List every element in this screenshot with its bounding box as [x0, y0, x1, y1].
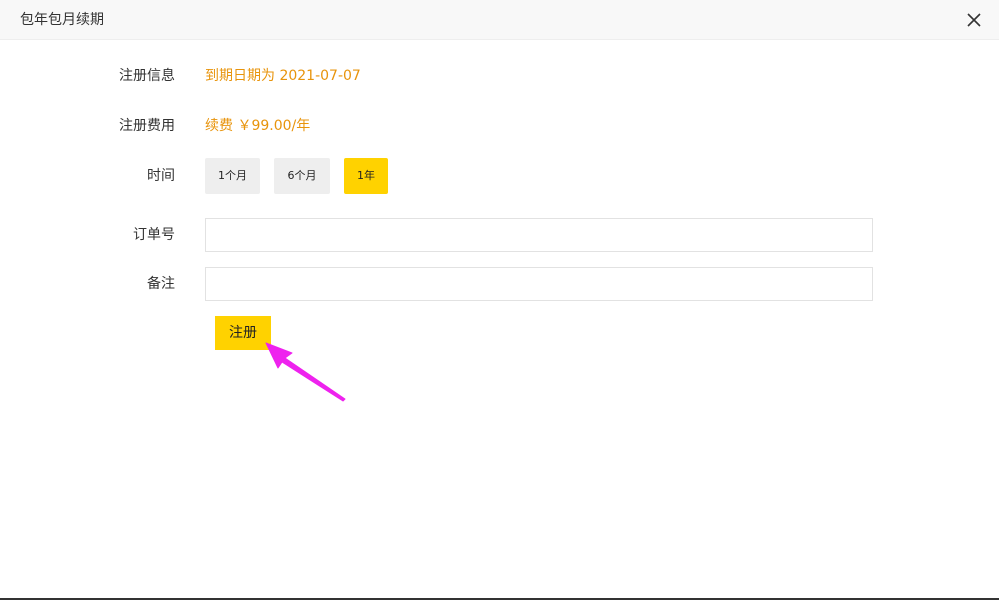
order-number-input[interactable] [205, 218, 873, 252]
expiry-date-text: 到期日期为 2021-07-07 [205, 68, 361, 84]
dialog-titlebar: 包年包月续期 [0, 0, 999, 40]
reg-info-label: 注册信息 [119, 68, 175, 84]
reg-fee-label: 注册费用 [119, 118, 175, 134]
renewal-dialog: 包年包月续期 注册信息 到期日期为 2021-07-07 注册费用 续费 ￥99… [0, 0, 999, 600]
dialog-title: 包年包月续期 [20, 12, 104, 28]
order-number-label: 订单号 [133, 227, 175, 243]
duration-option-1-year[interactable]: 1年 [344, 158, 388, 194]
duration-label: 时间 [147, 168, 175, 184]
remark-input[interactable] [205, 267, 873, 301]
close-icon [967, 13, 981, 27]
pointer-arrow-icon [265, 342, 346, 402]
remark-label: 备注 [147, 276, 175, 292]
fee-text: 续费 ￥99.00/年 [205, 118, 311, 134]
duration-option-6-months[interactable]: 6个月 [274, 158, 330, 194]
close-button[interactable] [964, 10, 984, 30]
duration-option-1-month[interactable]: 1个月 [205, 158, 260, 194]
